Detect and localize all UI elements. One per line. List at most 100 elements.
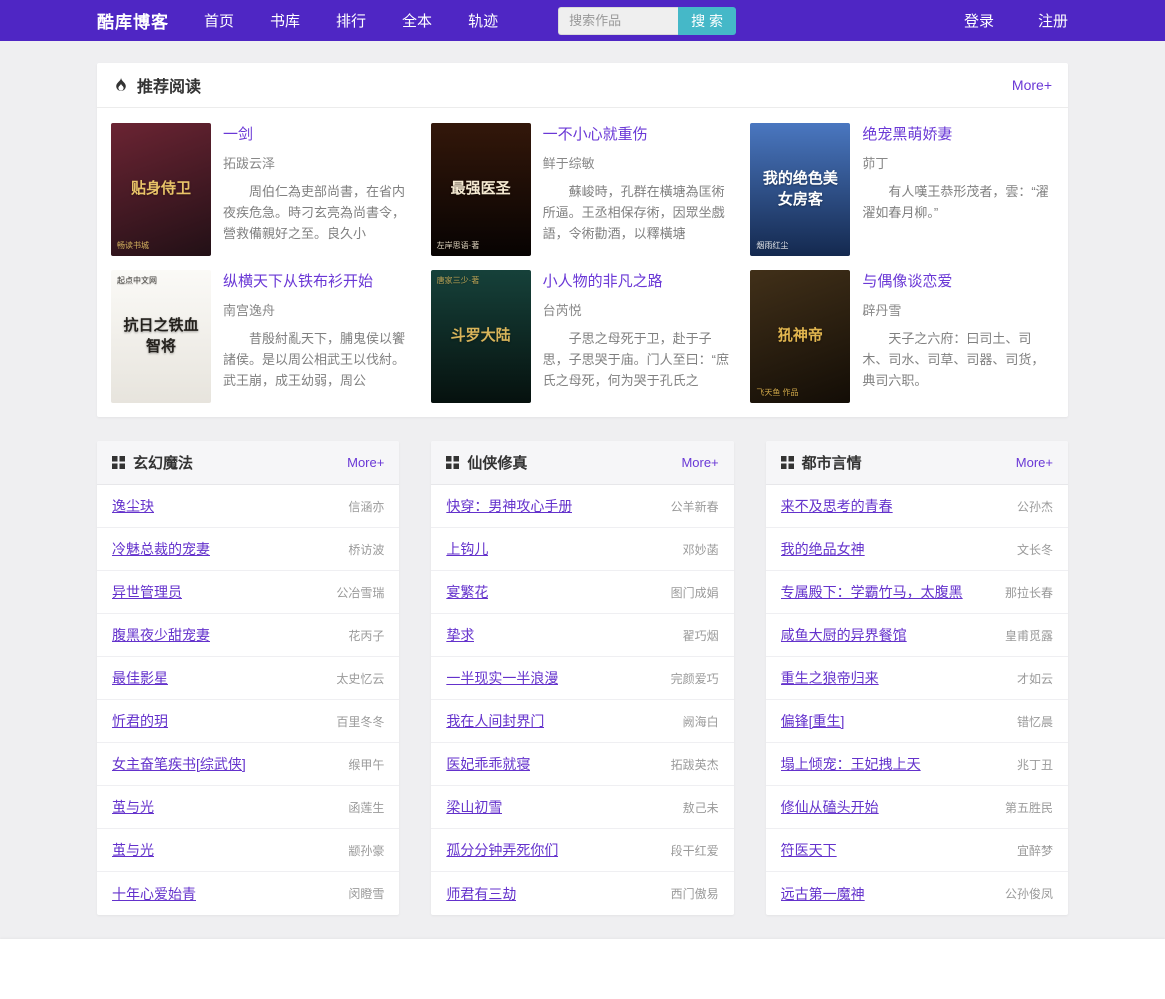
category-header: 都市言情 More+ [766, 441, 1068, 485]
book-list: 逸尘玦信涵亦 冷魅总裁的宠妻桥访波 异世管理员公冶雪瑞 腹黑夜少甜宠妻花丙子 最… [97, 485, 399, 915]
book-title-link[interactable]: 一半现实一半浪漫 [446, 668, 558, 688]
book-list-item: 梁山初雪 敖己未 [431, 786, 733, 829]
book-title-link[interactable]: 快穿：男神攻心手册 [446, 496, 572, 516]
book-cover[interactable]: 我的绝色美女房客 烟雨红尘 [750, 123, 850, 256]
book-title-link[interactable]: 专属殿下：学霸竹马，太腹黑 [781, 582, 963, 602]
book-author: 闵瞪雪 [348, 885, 384, 902]
book-title-link[interactable]: 我在人间封界门 [446, 711, 544, 731]
book-list-item: 忻君的玥百里冬冬 [97, 700, 399, 743]
search-button[interactable]: 搜 索 [678, 7, 736, 35]
book-title-link[interactable]: 梁山初雪 [446, 797, 502, 817]
book-cover[interactable]: 起点中文网 抗日之铁血智将 [111, 270, 211, 403]
book-title-link[interactable]: 孤分分钟弄死你们 [446, 840, 558, 860]
book-list-item: 茧与光颛孙豪 [97, 829, 399, 872]
nav-item-track[interactable]: 轨迹 [466, 0, 500, 41]
book-title-link[interactable]: 修仙从磕头开始 [781, 797, 879, 817]
book-title-link[interactable]: 最佳影星 [112, 668, 168, 688]
book-title-link[interactable]: 符医天下 [781, 840, 837, 860]
nav-item-home[interactable]: 首页 [202, 0, 236, 41]
grid-icon [781, 456, 794, 469]
book-author: 敖己未 [683, 799, 719, 816]
book-list: 快穿：男神攻心手册公羊新春 上钩儿邓妙菡 宴繁花图门成娟 挚求翟巧烟 一半现实一… [431, 485, 733, 915]
book-author: 拓跋云泽 [223, 153, 415, 172]
book-title-link[interactable]: 腹黑夜少甜宠妻 [112, 625, 210, 645]
book-author: 辟丹雪 [862, 300, 1054, 319]
book-title-link[interactable]: 我的绝品女神 [781, 539, 865, 559]
book-author: 那拉长春 [1005, 584, 1053, 601]
book-cover[interactable]: 犼神帝 飞天鱼 作品 [750, 270, 850, 403]
book-title-link[interactable]: 茧与光 [112, 840, 154, 860]
book-title-link[interactable]: 重生之狼帝归来 [781, 668, 879, 688]
book-list-item: 挚求翟巧烟 [431, 614, 733, 657]
book-title-link[interactable]: 医妃乖乖就寝 [446, 754, 530, 774]
book-title-link[interactable]: 一剑 [223, 125, 415, 145]
book-title-link[interactable]: 上钩儿 [446, 539, 488, 559]
category-title: 玄幻魔法 [133, 452, 193, 473]
page-footer [0, 939, 1165, 999]
book-title-link[interactable]: 远古第一魔神 [781, 884, 865, 904]
book-title-link[interactable]: 茧与光 [112, 797, 154, 817]
category-more-link[interactable]: More+ [347, 455, 384, 470]
book-title-link[interactable]: 绝宠黑萌娇妻 [862, 125, 1054, 145]
book-title-link[interactable]: 师君有三劫 [446, 884, 516, 904]
cover-top-text: 唐家三少·著 [437, 275, 527, 286]
book-author: 南宫逸舟 [223, 300, 415, 319]
register-link[interactable]: 注册 [1038, 10, 1068, 31]
book-title-link[interactable]: 一不小心就重伤 [543, 125, 735, 145]
login-link[interactable]: 登录 [964, 10, 994, 31]
book-title-link[interactable]: 咸鱼大厨的异界餐馆 [781, 625, 907, 645]
book-cover[interactable]: 最强医圣 左岸思语·著 [431, 123, 531, 256]
category-xuanhuan: 玄幻魔法 More+ 逸尘玦信涵亦 冷魅总裁的宠妻桥访波 异世管理员公冶雪瑞 腹… [97, 441, 399, 915]
category-more-link[interactable]: More+ [681, 455, 718, 470]
book-author: 西门傲易 [671, 885, 719, 902]
book-title-link[interactable]: 冷魅总裁的宠妻 [112, 539, 210, 559]
book-title-link[interactable]: 异世管理员 [112, 582, 182, 602]
book-author: 桥访波 [348, 541, 384, 558]
nav-item-library[interactable]: 书库 [268, 0, 302, 41]
recommend-more-link[interactable]: More+ [1012, 77, 1052, 93]
book-list-item: 咸鱼大厨的异界餐馆皇甫觅露 [766, 614, 1068, 657]
book-title-link[interactable]: 女主奋笔疾书[综武侠] [112, 754, 246, 774]
book-description: 昔殷紂亂天下，脯鬼侯以饗諸侯。是以周公相武王以伐紂。武王崩，成王幼弱，周公 [223, 328, 415, 391]
book-cover[interactable]: 唐家三少·著 斗罗大陆 [431, 270, 531, 403]
book-title-link[interactable]: 逸尘玦 [112, 496, 154, 516]
book-author: 阙海白 [683, 713, 719, 730]
book-author: 宜醉梦 [1017, 842, 1053, 859]
category-header: 仙侠修真 More+ [431, 441, 733, 485]
book-title-link[interactable]: 十年心爱始青 [112, 884, 196, 904]
book-title-link[interactable]: 来不及思考的青春 [781, 496, 893, 516]
book-cover[interactable]: 贴身侍卫 畅读书城 [111, 123, 211, 256]
nav-item-ranking[interactable]: 排行 [334, 0, 368, 41]
book-list-item: 十年心爱始青 闵瞪雪 [97, 872, 399, 915]
book-author: 文长冬 [1017, 541, 1053, 558]
book-title-link[interactable]: 纵横天下从铁布衫开始 [223, 272, 415, 292]
book-title-link[interactable]: 忻君的玥 [112, 711, 168, 731]
book-list-item: 我的绝品女神 文长冬 [766, 528, 1068, 571]
book-author: 拓跋英杰 [671, 756, 719, 773]
recommend-cards: 贴身侍卫 畅读书城 一剑 拓跋云泽 周伯仁為吏部尚書，在省内夜疾危急。時刁玄亮為… [97, 108, 1068, 417]
book-description: 蘇峻時，孔群在橫塘為匡術所逼。王丞相保存術，因眾坐戲語，令術勸酒，以釋橫塘 [543, 181, 735, 244]
book-list-item: 师君有三劫 西门傲易 [431, 872, 733, 915]
book-title-link[interactable]: 挚求 [446, 625, 474, 645]
grid-icon [112, 456, 125, 469]
cover-top-text: 起点中文网 [117, 275, 207, 286]
book-card: 犼神帝 飞天鱼 作品 与偶像谈恋爱 辟丹雪 天子之六府：曰司土、司木、司水、司草… [750, 270, 1054, 403]
main-nav: 首页 书库 排行 全本 轨迹 [202, 0, 532, 41]
book-title-link[interactable]: 与偶像谈恋爱 [862, 272, 1054, 292]
book-author: 鲜于综敏 [543, 153, 735, 172]
book-title-link[interactable]: 塌上倾宠：王妃拽上天 [781, 754, 921, 774]
site-logo[interactable]: 酷库博客 [97, 8, 169, 33]
search-input[interactable] [558, 7, 678, 35]
book-list-item: 修仙从磕头开始第五胜民 [766, 786, 1068, 829]
cover-title-text: 抗日之铁血智将 [111, 316, 211, 357]
book-list-item: 最佳影星太史忆云 [97, 657, 399, 700]
cover-title-text: 我的绝色美女房客 [750, 169, 850, 210]
category-more-link[interactable]: More+ [1016, 455, 1053, 470]
book-title-link[interactable]: 偏锋[重生] [781, 711, 845, 731]
book-author: 图门成娟 [671, 584, 719, 601]
book-title-link[interactable]: 宴繁花 [446, 582, 488, 602]
category-columns: 玄幻魔法 More+ 逸尘玦信涵亦 冷魅总裁的宠妻桥访波 异世管理员公冶雪瑞 腹… [97, 441, 1068, 915]
book-title-link[interactable]: 小人物的非凡之路 [543, 272, 735, 292]
nav-item-complete[interactable]: 全本 [400, 0, 434, 41]
book-author: 公冶雪瑞 [336, 584, 384, 601]
